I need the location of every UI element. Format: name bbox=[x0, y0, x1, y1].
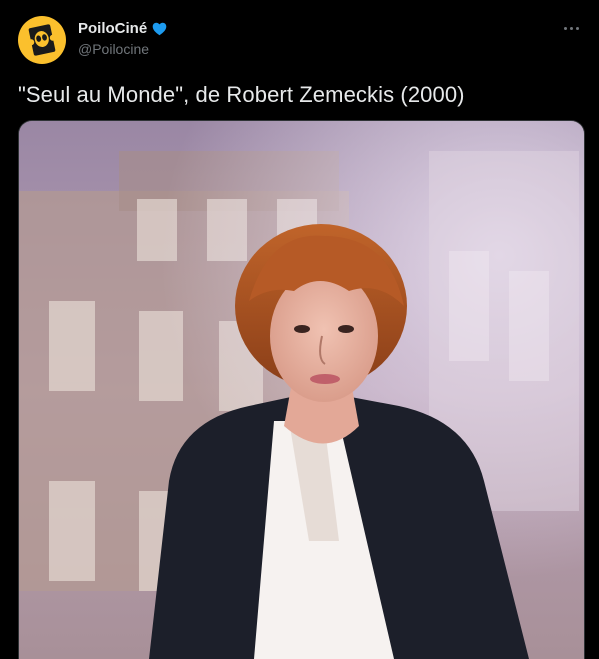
photo-scene bbox=[19, 121, 584, 659]
news-anchor-photo[interactable] bbox=[18, 120, 585, 659]
tweet-text: "Seul au Monde", de Robert Zemeckis (200… bbox=[18, 82, 465, 107]
avatar[interactable] bbox=[18, 16, 66, 64]
verified-badge-icon bbox=[152, 22, 167, 35]
handle[interactable]: @Poilocine bbox=[78, 41, 168, 57]
author-block: PoiloCiné @Poilocine bbox=[78, 19, 168, 57]
more-options-icon[interactable] bbox=[561, 22, 581, 34]
alien-ticket-logo-icon bbox=[28, 24, 56, 56]
display-name[interactable]: PoiloCiné bbox=[78, 20, 147, 37]
tweet: PoiloCiné @Poilocine "Seul au Monde", de… bbox=[0, 0, 599, 659]
